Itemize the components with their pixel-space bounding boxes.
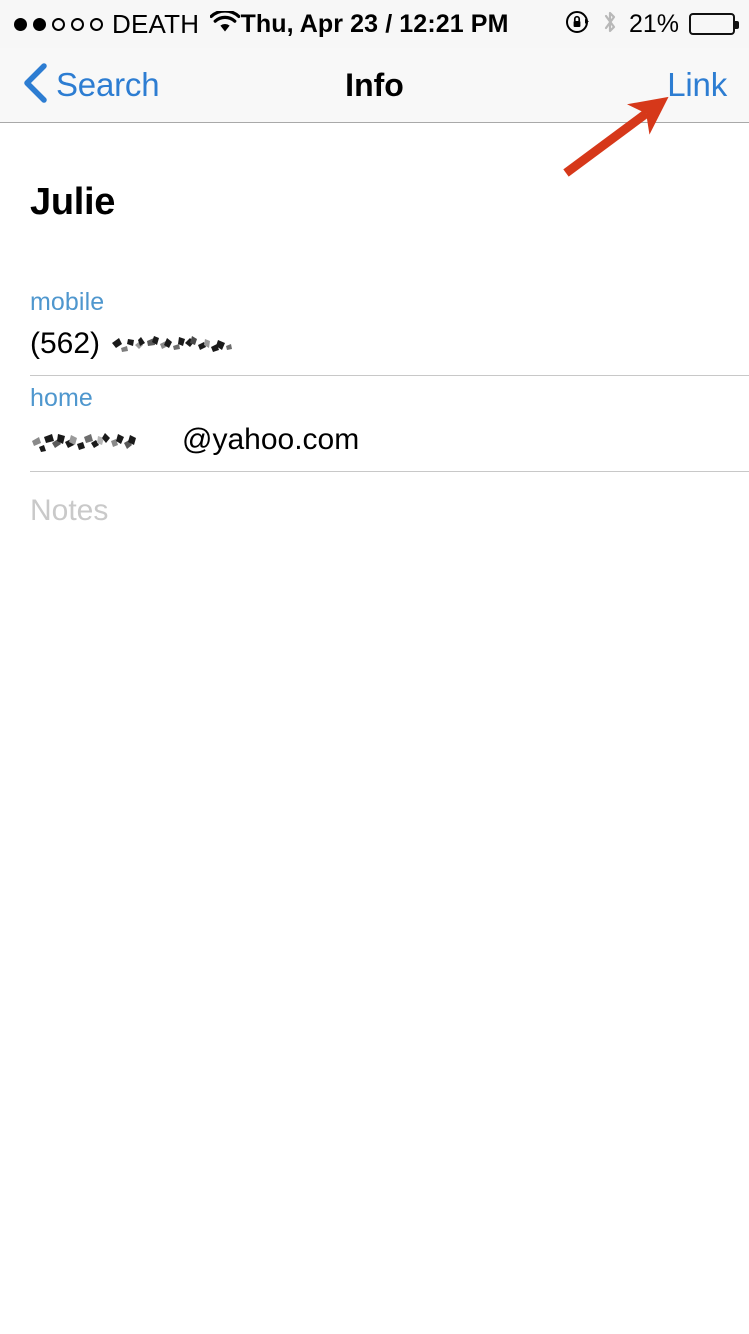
contact-field-notes[interactable]: Notes <box>0 472 749 528</box>
iphone-screen: DEATH Thu, Apr 23 / 12:21 PM 21% Search … <box>0 0 749 1334</box>
signal-dot <box>52 17 65 31</box>
signal-dot <box>90 17 103 31</box>
field-label-mobile: mobile <box>30 288 105 316</box>
contact-field-home[interactable]: home @yahoo.com <box>0 376 749 471</box>
bluetooth-icon <box>601 9 619 40</box>
contact-field-mobile[interactable]: mobile (562) <box>0 280 749 375</box>
wifi-icon <box>209 9 241 38</box>
rotation-lock-icon <box>565 9 591 40</box>
signal-strength-dots <box>14 17 103 31</box>
redaction-mark-phone <box>108 327 238 361</box>
link-button[interactable]: Link <box>667 66 727 104</box>
page-title: Info <box>345 66 404 103</box>
field-label-home: home <box>30 384 93 412</box>
contact-name: Julie <box>30 181 116 223</box>
notes-placeholder: Notes <box>30 494 109 527</box>
carrier-label: DEATH <box>112 8 200 39</box>
phone-visible-prefix: (562) <box>30 327 109 360</box>
status-bar: DEATH Thu, Apr 23 / 12:21 PM 21% <box>0 0 749 48</box>
status-bar-clock: Thu, Apr 23 / 12:21 PM <box>240 9 509 38</box>
battery-percentage: 21% <box>628 9 679 38</box>
status-bar-left: DEATH <box>14 8 241 40</box>
status-bar-right: 21% <box>565 9 739 40</box>
signal-dot <box>14 17 27 31</box>
redaction-mark-email <box>30 423 182 457</box>
chevron-left-icon <box>22 62 48 109</box>
signal-dot <box>33 17 46 31</box>
contact-info-content: Julie mobile (562) home @yahoo.com Notes <box>0 123 749 1333</box>
field-value-home[interactable]: @yahoo.com <box>30 413 749 471</box>
back-button-label: Search <box>56 66 160 103</box>
email-visible-domain: @yahoo.com <box>182 423 360 456</box>
navigation-bar: Search Info Link <box>0 48 749 123</box>
contact-field-list: mobile (562) home @yahoo.com Notes <box>0 280 749 528</box>
battery-icon <box>689 13 739 35</box>
signal-dot <box>71 17 84 31</box>
back-button[interactable]: Search <box>22 62 160 109</box>
field-value-mobile[interactable]: (562) <box>30 317 749 375</box>
